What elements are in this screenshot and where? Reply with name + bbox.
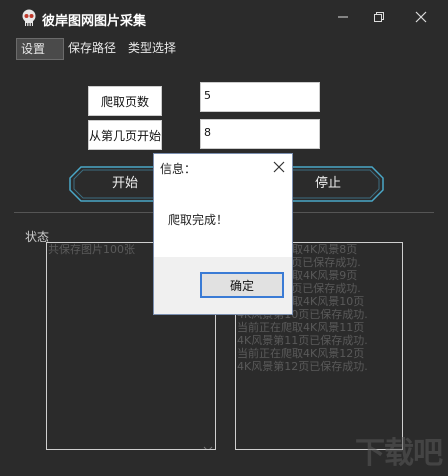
log-line: 当前正在爬取4K风景12页 xyxy=(237,347,365,360)
log-line: 4K风景第11页已保存成功. xyxy=(237,334,368,347)
start-page-label: 从第几页开始 xyxy=(88,120,162,150)
dialog-title: 信息： xyxy=(160,162,197,176)
pages-input[interactable]: 5 xyxy=(200,82,320,112)
dialog-message: 爬取完成！ xyxy=(168,213,229,227)
pages-label: 爬取页数 xyxy=(88,86,162,116)
start-page-input[interactable]: 8 xyxy=(200,119,320,149)
dialog-close-icon[interactable] xyxy=(270,158,288,176)
window-title: 彼岸图网图片采集 xyxy=(42,14,147,29)
log-line: 共保存图片100张 xyxy=(48,243,135,256)
skull-icon xyxy=(20,8,38,28)
info-dialog: 信息： 爬取完成！ 确定 xyxy=(153,153,293,315)
restore-button[interactable] xyxy=(366,6,392,28)
log-line: 当前正在爬取4K风景11页 xyxy=(237,321,365,334)
dialog-title-bar: 信息： xyxy=(154,154,292,182)
title-bar: 彼岸图网图片采集 xyxy=(0,0,448,36)
chevron-down-icon[interactable] xyxy=(203,439,213,449)
log-line: 4K风景第12页已保存成功. xyxy=(237,360,368,373)
minimize-button[interactable] xyxy=(330,6,356,28)
menu-bar: 设置 保存路径 类型选择 xyxy=(14,38,434,60)
menu-item-type-select[interactable]: 类型选择 xyxy=(124,38,180,58)
watermark: 下载吧 xyxy=(355,436,443,471)
ok-button[interactable]: 确定 xyxy=(200,272,284,298)
menu-item-save-path[interactable]: 保存路径 xyxy=(64,38,120,58)
menu-item-settings[interactable]: 设置 xyxy=(16,38,64,60)
close-button[interactable] xyxy=(408,6,434,28)
